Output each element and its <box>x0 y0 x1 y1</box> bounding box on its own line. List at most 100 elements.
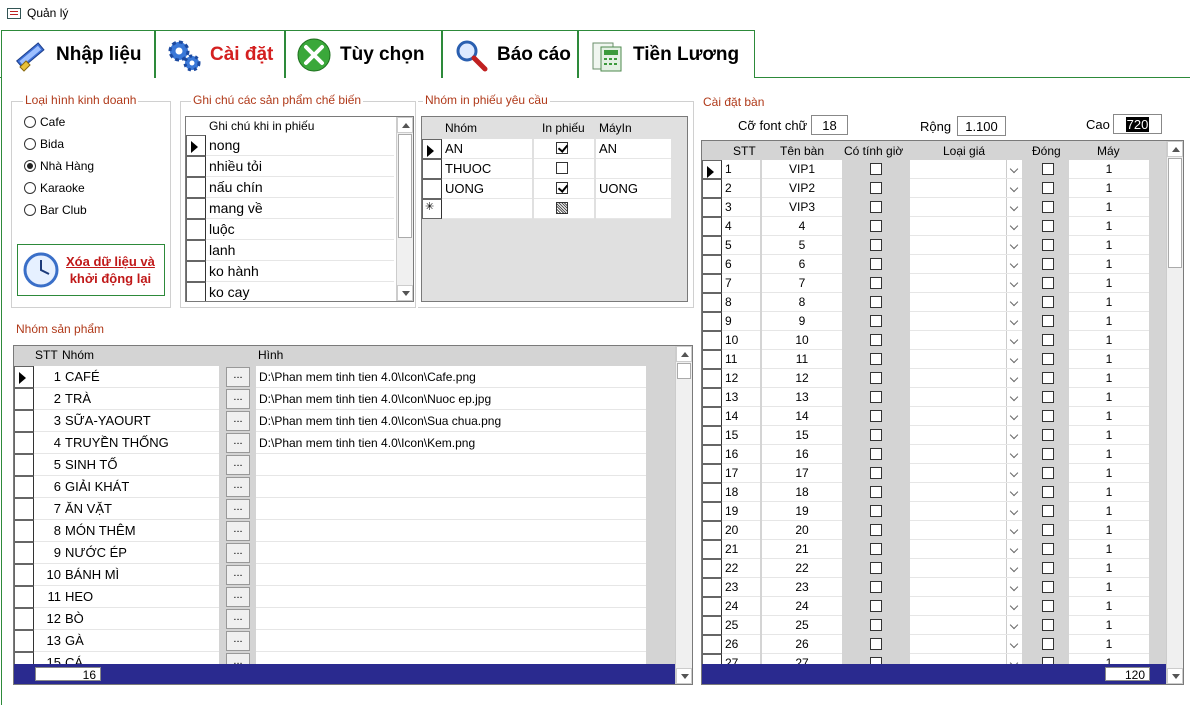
price-type-dropdown[interactable] <box>910 502 1022 521</box>
table-name-cell[interactable]: 12 <box>762 369 842 388</box>
table-name-cell[interactable]: 26 <box>762 635 842 654</box>
tab-nhap-lieu[interactable]: Nhập liệu <box>1 30 155 78</box>
row-selector[interactable] <box>186 219 206 240</box>
print-checkbox[interactable] <box>556 142 568 154</box>
tab-tuy-chon[interactable]: Tùy chọn <box>285 30 442 78</box>
machine-cell[interactable]: 1 <box>1069 521 1149 540</box>
timed-checkbox[interactable] <box>870 201 882 213</box>
price-type-dropdown[interactable] <box>910 483 1022 502</box>
table-name-cell[interactable]: 23 <box>762 578 842 597</box>
closed-checkbox[interactable] <box>1042 220 1054 232</box>
table-stt-cell[interactable]: 1 <box>722 160 760 179</box>
table-name-cell[interactable]: 10 <box>762 331 842 350</box>
timed-checkbox[interactable] <box>870 372 882 384</box>
row-selector[interactable] <box>702 540 722 559</box>
image-path-cell[interactable] <box>256 520 646 542</box>
note-cell[interactable]: lanh <box>206 240 394 261</box>
row-selector[interactable] <box>422 199 442 219</box>
price-type-dropdown[interactable] <box>910 255 1022 274</box>
product-group-row[interactable]: 10 BÁNH MÌ <box>34 564 219 586</box>
image-path-cell[interactable] <box>256 564 646 586</box>
printer-cell[interactable] <box>596 159 671 179</box>
table-name-cell[interactable]: 21 <box>762 540 842 559</box>
price-type-dropdown[interactable] <box>910 293 1022 312</box>
timed-checkbox[interactable] <box>870 220 882 232</box>
row-selector[interactable] <box>14 608 34 630</box>
timed-checkbox[interactable] <box>870 467 882 479</box>
table-stt-cell[interactable]: 23 <box>722 578 760 597</box>
print-checkbox[interactable] <box>556 182 568 194</box>
table-stt-cell[interactable]: 2 <box>722 179 760 198</box>
price-type-dropdown[interactable] <box>910 578 1022 597</box>
timed-checkbox[interactable] <box>870 334 882 346</box>
machine-cell[interactable]: 1 <box>1069 483 1149 502</box>
row-selector[interactable] <box>702 369 722 388</box>
browse-image-button[interactable]: ... <box>226 433 250 453</box>
machine-cell[interactable]: 1 <box>1069 255 1149 274</box>
price-type-dropdown[interactable] <box>910 369 1022 388</box>
timed-checkbox[interactable] <box>870 429 882 441</box>
row-selector[interactable] <box>14 586 34 608</box>
image-path-cell[interactable] <box>256 630 646 652</box>
row-selector[interactable] <box>14 476 34 498</box>
browse-image-button[interactable]: ... <box>226 389 250 409</box>
row-selector[interactable] <box>702 312 722 331</box>
row-selector[interactable] <box>186 240 206 261</box>
browse-image-button[interactable]: ... <box>226 499 250 519</box>
closed-checkbox[interactable] <box>1042 258 1054 270</box>
row-selector[interactable] <box>702 160 722 179</box>
note-cell[interactable]: ko cay <box>206 282 394 301</box>
table-name-cell[interactable]: 25 <box>762 616 842 635</box>
timed-checkbox[interactable] <box>870 410 882 422</box>
table-stt-cell[interactable]: 5 <box>722 236 760 255</box>
machine-cell[interactable]: 1 <box>1069 312 1149 331</box>
table-name-cell[interactable]: 15 <box>762 426 842 445</box>
price-type-dropdown[interactable] <box>910 635 1022 654</box>
note-cell[interactable]: luộc <box>206 219 394 240</box>
table-name-cell[interactable]: 4 <box>762 217 842 236</box>
image-path-cell[interactable]: D:\Phan mem tinh tien 4.0\Icon\Cafe.png <box>256 366 646 388</box>
closed-checkbox[interactable] <box>1042 600 1054 612</box>
machine-cell[interactable]: 1 <box>1069 578 1149 597</box>
table-stt-cell[interactable]: 20 <box>722 521 760 540</box>
row-selector[interactable] <box>14 410 34 432</box>
table-stt-cell[interactable]: 14 <box>722 407 760 426</box>
product-group-row[interactable]: 9 NƯỚC ÉP <box>34 542 219 564</box>
image-path-cell[interactable] <box>256 454 646 476</box>
print-group-cell[interactable]: UONG <box>442 179 532 199</box>
price-type-dropdown[interactable] <box>910 464 1022 483</box>
row-selector[interactable] <box>702 255 722 274</box>
row-selector[interactable] <box>702 616 722 635</box>
table-name-cell[interactable]: VIP2 <box>762 179 842 198</box>
price-type-dropdown[interactable] <box>910 597 1022 616</box>
table-name-cell[interactable]: 11 <box>762 350 842 369</box>
table-stt-cell[interactable]: 19 <box>722 502 760 521</box>
price-type-dropdown[interactable] <box>910 198 1022 217</box>
machine-cell[interactable]: 1 <box>1069 369 1149 388</box>
row-selector[interactable] <box>186 198 206 219</box>
price-type-dropdown[interactable] <box>910 217 1022 236</box>
machine-cell[interactable]: 1 <box>1069 559 1149 578</box>
row-selector[interactable] <box>702 502 722 521</box>
table-name-cell[interactable]: 5 <box>762 236 842 255</box>
closed-checkbox[interactable] <box>1042 524 1054 536</box>
closed-checkbox[interactable] <box>1042 505 1054 517</box>
table-name-cell[interactable]: 6 <box>762 255 842 274</box>
table-name-cell[interactable]: VIP1 <box>762 160 842 179</box>
machine-cell[interactable]: 1 <box>1069 616 1149 635</box>
tab-bao-cao[interactable]: Báo cáo <box>442 30 578 78</box>
timed-checkbox[interactable] <box>870 163 882 175</box>
tables-scrollbar[interactable] <box>1166 141 1183 684</box>
table-name-cell[interactable]: 7 <box>762 274 842 293</box>
machine-cell[interactable]: 1 <box>1069 293 1149 312</box>
image-path-cell[interactable]: D:\Phan mem tinh tien 4.0\Icon\Kem.png <box>256 432 646 454</box>
closed-checkbox[interactable] <box>1042 296 1054 308</box>
table-stt-cell[interactable]: 24 <box>722 597 760 616</box>
note-cell[interactable]: mang về <box>206 198 394 219</box>
reset-data-button[interactable]: Xóa dữ liệu và khởi động lại <box>17 244 165 296</box>
machine-cell[interactable]: 1 <box>1069 597 1149 616</box>
price-type-dropdown[interactable] <box>910 331 1022 350</box>
price-type-dropdown[interactable] <box>910 179 1022 198</box>
closed-checkbox[interactable] <box>1042 353 1054 365</box>
row-selector[interactable] <box>14 498 34 520</box>
